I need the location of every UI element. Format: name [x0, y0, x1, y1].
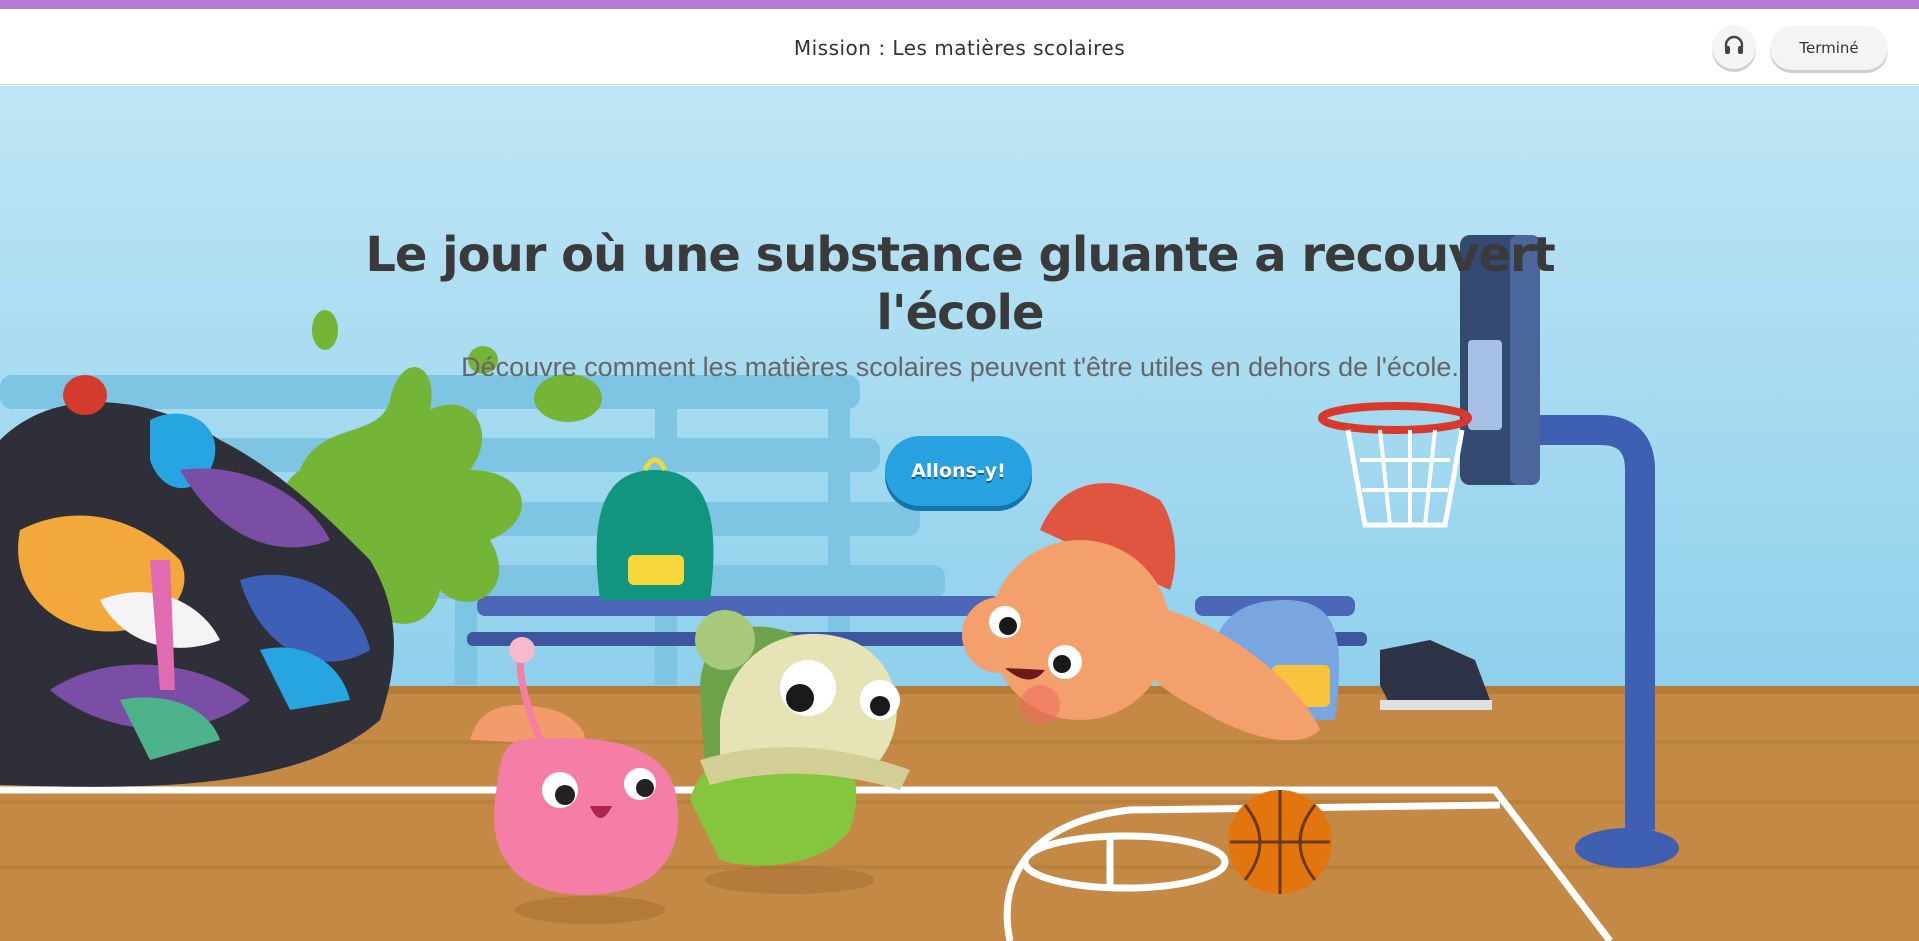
header: Mission : Les matières scolaires Terminé — [0, 9, 1919, 85]
top-accent-bar — [0, 0, 1919, 9]
hero-subtitle: Découvre comment les matières scolaires … — [461, 352, 1459, 382]
gym-illustration — [0, 86, 1919, 941]
audio-button[interactable] — [1712, 25, 1756, 69]
mission-title: Mission : Les matières scolaires — [793, 36, 1126, 60]
illustration-scene: Le jour où une substance gluante a recou… — [0, 86, 1919, 941]
headphones-icon — [1723, 35, 1745, 59]
done-button[interactable]: Terminé — [1770, 26, 1888, 70]
start-button[interactable]: Allons-y! — [885, 436, 1032, 506]
hero-title: Le jour où une substance gluante a recou… — [365, 227, 1555, 341]
